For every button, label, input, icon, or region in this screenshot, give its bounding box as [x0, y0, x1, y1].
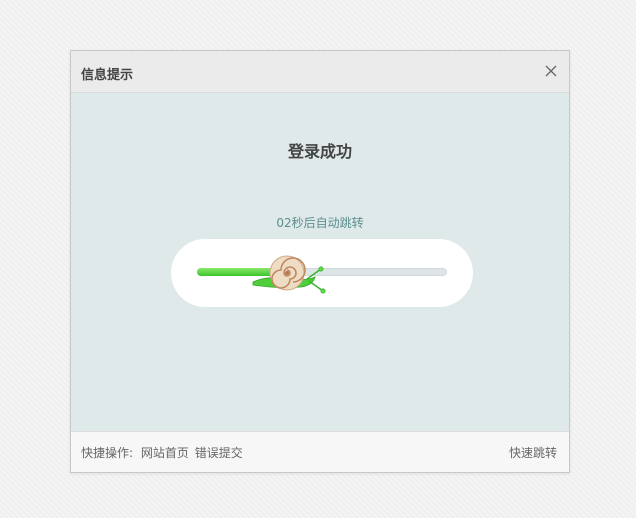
dialog-content: 登录成功 02秒后自动跳转 [71, 92, 569, 432]
error-report-link[interactable]: 错误提交 [195, 446, 243, 460]
countdown-text: 02秒后自动跳转 [276, 216, 364, 230]
quick-ops: 快捷操作: 网站首页 错误提交 [81, 444, 245, 461]
quick-jump-link[interactable]: 快速跳转 [509, 444, 557, 461]
dialog-footer: 快捷操作: 网站首页 错误提交 快速跳转 [71, 431, 569, 472]
info-dialog: 信息提示 登录成功 02秒后自动跳转 快捷操作: 网站首页 错误提交 快速跳转 [70, 50, 570, 473]
dialog-title: 信息提示 [81, 68, 134, 83]
close-icon[interactable] [543, 63, 559, 79]
redirect-progress [171, 239, 473, 307]
home-link[interactable]: 网站首页 [141, 446, 189, 460]
quick-ops-label: 快捷操作: [81, 446, 134, 460]
success-message: 登录成功 [287, 142, 352, 161]
dialog-titlebar: 信息提示 [71, 51, 569, 93]
snail-icon [252, 255, 326, 294]
